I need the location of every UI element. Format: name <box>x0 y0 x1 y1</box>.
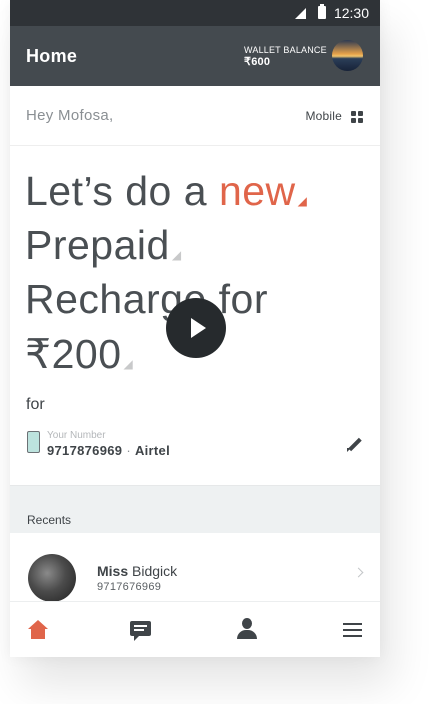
wallet-label: WALLET BALANCE <box>244 45 327 55</box>
bottom-nav <box>10 601 380 657</box>
chat-icon <box>130 621 151 641</box>
nav-chat[interactable] <box>110 602 170 657</box>
profile-icon <box>236 618 258 640</box>
dropdown-caret-icon[interactable]: ◢ <box>298 194 308 208</box>
mode-label[interactable]: Mobile <box>305 109 342 123</box>
signal-icon <box>295 8 306 19</box>
menu-icon <box>343 623 362 637</box>
list-item[interactable]: Miss Bidgick 9717676969 <box>10 533 380 602</box>
hero-line-4[interactable]: ₹200 ◢ <box>25 330 133 378</box>
grid-icon[interactable] <box>351 111 363 123</box>
recharge-type-new[interactable]: new <box>219 168 296 214</box>
recents-header: Recents <box>10 486 380 533</box>
status-time: 12:30 <box>333 5 369 21</box>
wallet-amount: ₹600 <box>244 56 271 68</box>
nav-profile[interactable] <box>216 602 276 657</box>
app-screen: 12:30 Home WALLET BALANCE ₹600 Hey Mofos… <box>10 0 380 657</box>
avatar[interactable] <box>332 40 363 71</box>
status-bar: 12:30 <box>10 0 380 26</box>
contact-number: 9717676969 <box>97 581 162 593</box>
nav-home[interactable] <box>10 602 67 657</box>
app-bar: Home WALLET BALANCE ₹600 <box>10 26 380 86</box>
hero-line-2[interactable]: Prepaid ◢ <box>25 222 182 269</box>
edit-icon[interactable] <box>347 437 362 452</box>
phone-number: 9717876969 <box>47 443 123 458</box>
dropdown-caret-icon: ◢ <box>171 248 182 262</box>
page-title: Home <box>26 46 78 66</box>
dropdown-caret-icon: ◢ <box>123 357 134 371</box>
phone-icon <box>27 431 40 453</box>
number-value: 9717876969 · Airtel <box>47 443 170 458</box>
wallet-balance[interactable]: WALLET BALANCE ₹600 <box>244 44 327 68</box>
separator: · <box>126 443 131 458</box>
plan-type-prepaid: Prepaid <box>25 222 170 268</box>
greeting-text: Hey Mofosa, <box>26 107 114 124</box>
recents-title: Recents <box>27 513 72 527</box>
play-button[interactable] <box>166 298 226 358</box>
operator-name: Airtel <box>134 443 170 458</box>
greeting-row: Hey Mofosa, Mobile <box>10 86 380 146</box>
nav-menu[interactable] <box>322 602 380 657</box>
chevron-right-icon <box>353 567 364 578</box>
number-label: Your Number <box>47 430 106 441</box>
home-icon <box>28 620 48 640</box>
hero-line-1: Let’s do a new ◢ <box>25 168 308 214</box>
recharge-amount: ₹200 <box>25 331 122 377</box>
number-row[interactable]: Your Number 9717876969 · Airtel <box>10 421 380 486</box>
recharge-hero: Let’s do a new ◢ Prepaid ◢ Recharge for ₹2… <box>10 146 380 421</box>
avatar <box>28 554 76 602</box>
hero-line-3: Recharge for <box>25 276 269 322</box>
contact-name: Miss Bidgick <box>97 563 178 579</box>
for-label: for <box>26 396 45 413</box>
battery-icon <box>318 4 326 19</box>
